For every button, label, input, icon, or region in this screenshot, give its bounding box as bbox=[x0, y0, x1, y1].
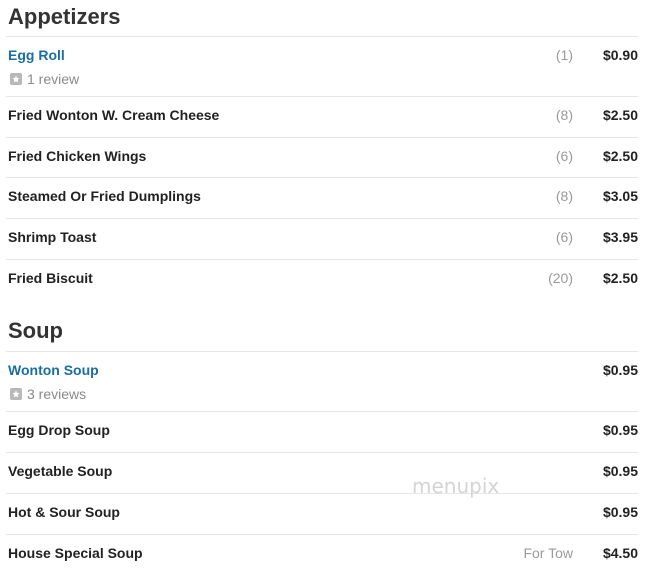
star-icon bbox=[10, 73, 22, 85]
item-name-link[interactable]: Egg Roll bbox=[8, 46, 65, 64]
section-title-appetizers: Appetizers bbox=[8, 4, 121, 29]
divider bbox=[6, 351, 638, 352]
divider bbox=[6, 218, 638, 219]
watermark-logo: menupix bbox=[412, 474, 500, 498]
review-count: 1 review bbox=[27, 71, 80, 87]
divider bbox=[6, 452, 638, 453]
divider bbox=[6, 137, 638, 138]
item-price: $0.95 bbox=[602, 362, 638, 378]
item-name: Egg Drop Soup bbox=[8, 422, 110, 438]
divider bbox=[6, 411, 638, 412]
item-name: Hot & Sour Soup bbox=[8, 504, 120, 520]
divider bbox=[6, 177, 638, 178]
item-name: Fried Chicken Wings bbox=[8, 148, 147, 164]
item-price: $0.90 bbox=[602, 47, 638, 63]
item-price: $0.95 bbox=[602, 422, 638, 438]
item-price: $2.50 bbox=[602, 107, 638, 123]
item-count: (6) bbox=[555, 148, 573, 164]
item-name: Fried Biscuit bbox=[8, 270, 93, 286]
item-count: (8) bbox=[555, 107, 573, 123]
item-price: $2.50 bbox=[602, 270, 638, 286]
item-price: $0.95 bbox=[602, 463, 638, 479]
item-price: $3.95 bbox=[602, 229, 638, 245]
item-name: House Special Soup bbox=[8, 545, 143, 561]
item-price: $3.05 bbox=[602, 188, 638, 204]
item-count: (1) bbox=[555, 47, 573, 63]
item-price: $2.50 bbox=[602, 148, 638, 164]
review-link[interactable]: 1 review bbox=[10, 71, 79, 87]
item-price: $4.50 bbox=[602, 545, 638, 561]
item-count: (8) bbox=[555, 188, 573, 204]
item-name: Fried Wonton W. Cream Cheese bbox=[8, 107, 220, 123]
item-name: Steamed Or Fried Dumplings bbox=[8, 188, 201, 204]
item-name: Shrimp Toast bbox=[8, 229, 97, 245]
item-name-link[interactable]: Wonton Soup bbox=[8, 361, 99, 379]
divider bbox=[6, 534, 638, 535]
divider bbox=[6, 36, 638, 37]
item-count: (20) bbox=[548, 270, 573, 286]
section-title-soup: Soup bbox=[8, 318, 63, 343]
divider bbox=[6, 96, 638, 97]
star-icon bbox=[10, 388, 22, 400]
review-link[interactable]: 3 reviews bbox=[10, 386, 86, 402]
review-count: 3 reviews bbox=[27, 386, 87, 402]
divider bbox=[6, 259, 638, 260]
item-name: Vegetable Soup bbox=[8, 463, 113, 479]
item-count: For Tow bbox=[523, 545, 573, 561]
divider bbox=[6, 493, 638, 494]
item-price: $0.95 bbox=[602, 504, 638, 520]
item-count: (6) bbox=[555, 229, 573, 245]
